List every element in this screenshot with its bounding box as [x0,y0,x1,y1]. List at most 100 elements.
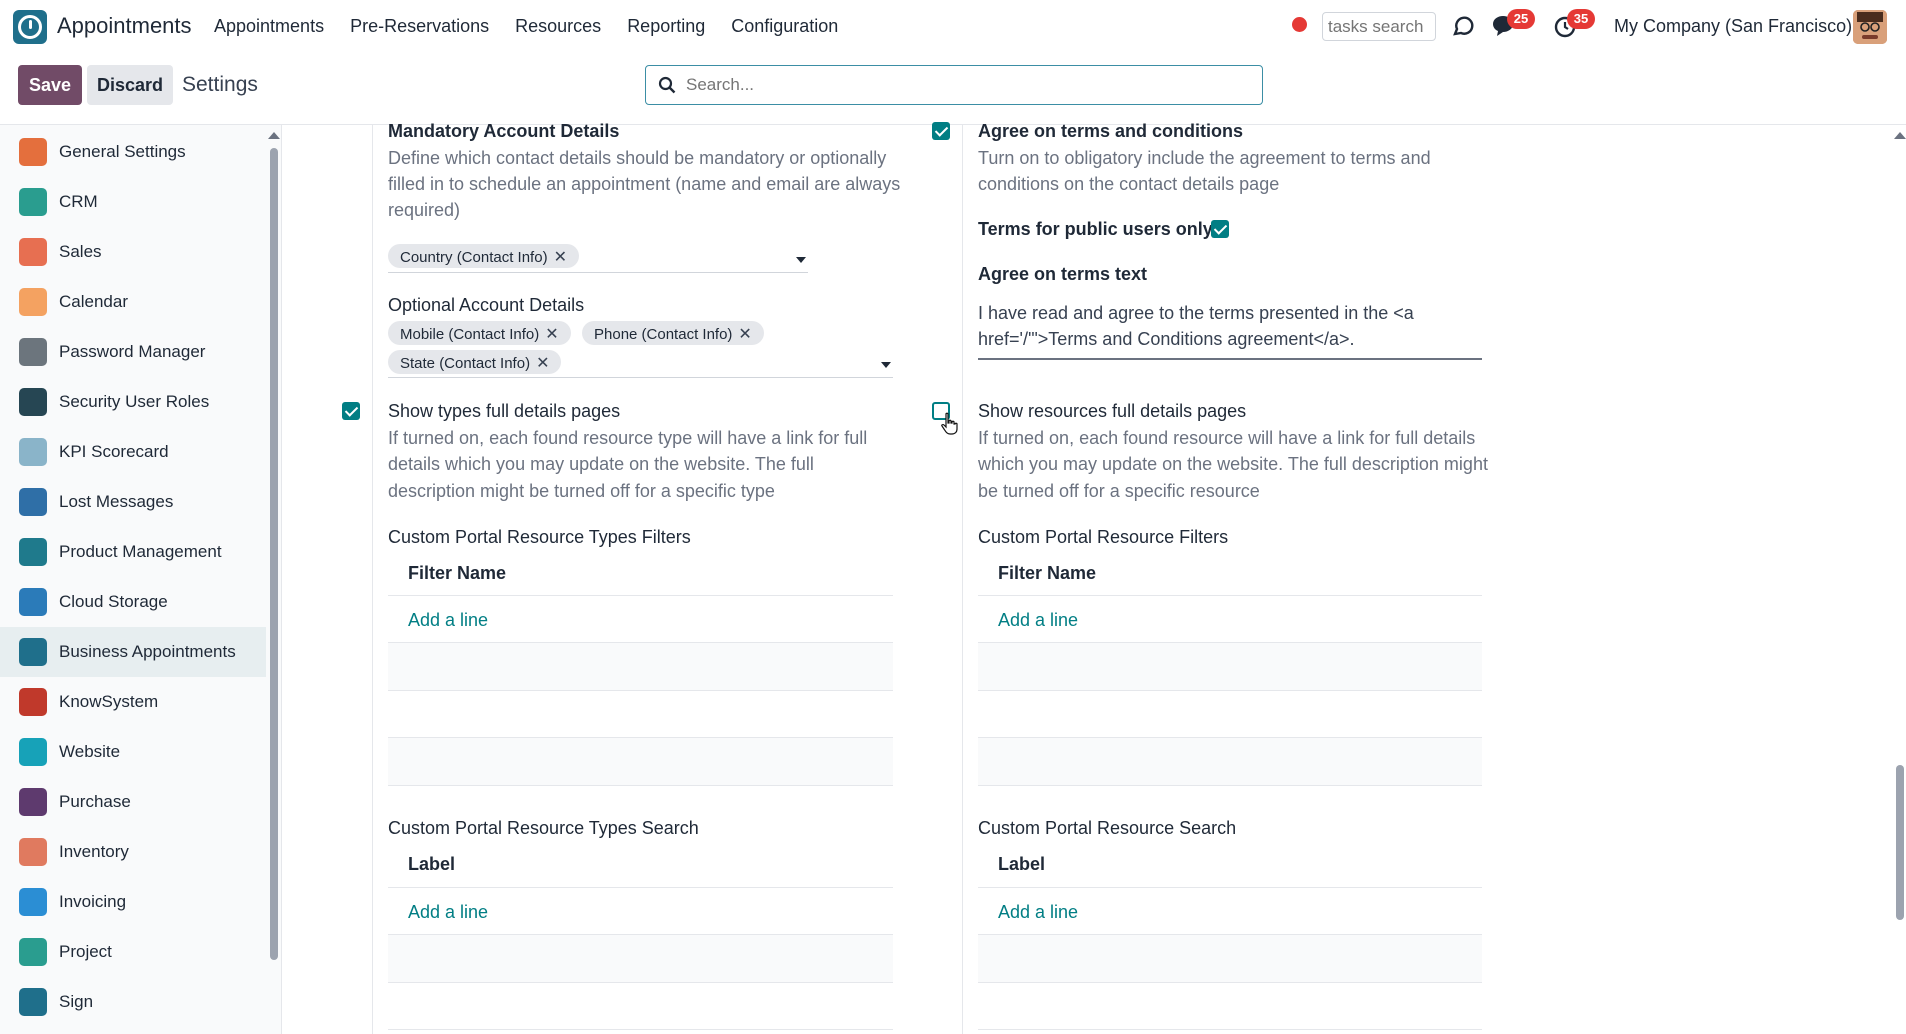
search-icon [658,76,676,94]
sidebar-item-label: Sign [59,992,94,1011]
app-name[interactable]: Appointments [57,13,192,39]
sidebar-item-label: CRM [59,192,98,211]
menu-reporting[interactable]: Reporting [627,16,705,37]
page-title: Settings [182,73,258,96]
sidebar-item-general-settings[interactable]: General Settings [0,127,266,177]
remove-tag-icon[interactable]: ✕ [738,326,751,343]
sidebar-item-crm[interactable]: CRM [0,177,266,227]
agree-terms-text-label: Agree on terms text [978,264,1148,284]
sidebar-item-label: Invoicing [59,892,127,911]
sidebar-item-security-user-roles[interactable]: Security User Roles [0,377,266,427]
sidebar-item-label: Password Manager [59,342,206,361]
sidebar-item-purchase[interactable]: Purchase [0,777,266,827]
search-input[interactable] [686,75,1246,95]
project-icon [19,938,47,966]
save-button[interactable]: Save [18,65,82,105]
sidebar-scroll-up-arrow[interactable] [268,132,280,139]
table-header-divider [978,595,1482,596]
show-types-details-desc-3: description might be turned off for a sp… [388,481,775,501]
table-row-divider [388,690,893,691]
sidebar-item-sales[interactable]: Sales [0,227,266,277]
purchase-icon [19,788,47,816]
mandatory-tags-field[interactable] [388,272,808,273]
sidebar-item-website[interactable]: Website [0,727,266,777]
sidebar-item-password-manager[interactable]: Password Manager [0,327,266,377]
content-scrollbar[interactable] [1896,765,1904,920]
sidebar-scrollbar[interactable] [270,148,278,960]
sidebar-item-invoicing[interactable]: Invoicing [0,877,266,927]
sidebar-item-label: General Settings [59,142,186,161]
resources-search-column-label[interactable]: Label [998,854,1045,875]
remove-tag-icon[interactable]: ✕ [536,355,549,372]
table-row-divider [388,1029,893,1030]
chevron-down-icon[interactable] [796,257,806,263]
remove-tag-icon[interactable]: ✕ [554,249,567,266]
resources-search-title: Custom Portal Resource Search [978,818,1237,838]
table-header-divider [388,595,893,596]
types-search-column-label[interactable]: Label [408,854,455,875]
discard-button[interactable]: Discard [87,65,173,105]
resources-search-add-line[interactable]: Add a line [998,902,1078,923]
company-switcher[interactable]: My Company (San Francisco) [1614,16,1852,37]
mandatory-account-details-desc-1: Define which contact details should be m… [388,148,887,168]
appointments-app-icon[interactable] [13,10,47,44]
table-row [388,935,893,982]
sales-icon [19,238,47,266]
resources-filters-column-filter-name[interactable]: Filter Name [998,563,1096,584]
sidebar-item-label: Business Appointments [59,642,236,661]
sidebar-item-project[interactable]: Project [0,927,266,977]
table-row-divider [978,785,1482,786]
show-resources-details-desc-2: which you may update on the website. The… [978,454,1488,474]
agree-terms-checkbox[interactable] [932,122,950,140]
voip-phone-icon[interactable] [1450,13,1476,39]
sidebar-item-inventory[interactable]: Inventory [0,827,266,877]
sidebar-item-label: Lost Messages [59,492,174,511]
types-search-add-line[interactable]: Add a line [408,902,488,923]
resources-filters-add-line[interactable]: Add a line [998,610,1078,631]
inventory-icon [19,838,47,866]
website-icon [19,738,47,766]
optional-tags-field[interactable] [388,377,893,378]
types-filters-column-filter-name[interactable]: Filter Name [408,563,506,584]
show-types-details-desc-2: details which you may update on the webs… [388,454,814,474]
activities-badge: 35 [1567,9,1595,29]
show-types-details-checkbox[interactable] [342,402,360,420]
sidebar-item-kpi-scorecard[interactable]: KPI Scorecard [0,427,266,477]
public-users-only-label: Terms for public users only [978,219,1213,239]
menu-appointments[interactable]: Appointments [214,16,324,37]
menu-pre-reservations[interactable]: Pre-Reservations [350,16,489,37]
sidebar-item-cloud-storage[interactable]: Cloud Storage [0,577,266,627]
cloud-storage-icon [19,588,47,616]
sidebar-item-label: Calendar [59,292,128,311]
table-row [978,643,1482,690]
table-header-divider [978,887,1482,888]
terms-text-line-1[interactable]: I have read and agree to the terms prese… [978,300,1414,326]
show-types-details-desc-1: If turned on, each found resource type w… [388,428,868,448]
table-row [978,738,1482,785]
sidebar-item-label: Sales [59,242,102,261]
remove-tag-icon[interactable]: ✕ [545,326,558,343]
content-scroll-up-arrow[interactable] [1894,132,1906,139]
tasks-search-input[interactable] [1322,12,1436,41]
user-avatar[interactable] [1853,10,1887,44]
table-row-divider [978,690,1482,691]
sidebar-item-product-management[interactable]: Product Management [0,527,266,577]
terms-text-field[interactable] [978,358,1482,360]
recording-indicator-icon[interactable] [1292,17,1307,32]
chevron-down-icon[interactable] [881,362,891,368]
types-filters-add-line[interactable]: Add a line [408,610,488,631]
invoicing-icon [19,888,47,916]
settings-search-bar[interactable] [645,65,1263,105]
public-users-only-checkbox[interactable] [1211,220,1229,238]
terms-text-line-2[interactable]: href='/'">Terms and Conditions agreement… [978,326,1354,352]
menu-configuration[interactable]: Configuration [731,16,838,37]
sidebar-item-lost-messages[interactable]: Lost Messages [0,477,266,527]
sidebar-item-sign[interactable]: Sign [0,977,266,1027]
sidebar-item-calendar[interactable]: Calendar [0,277,266,327]
sidebar-item-business-appointments[interactable]: Business Appointments [0,627,266,677]
types-search-title: Custom Portal Resource Types Search [388,818,699,838]
sign-icon [19,988,47,1016]
menu-resources[interactable]: Resources [515,16,601,37]
lost-messages-icon [19,488,47,516]
sidebar-item-knowsystem[interactable]: KnowSystem [0,677,266,727]
